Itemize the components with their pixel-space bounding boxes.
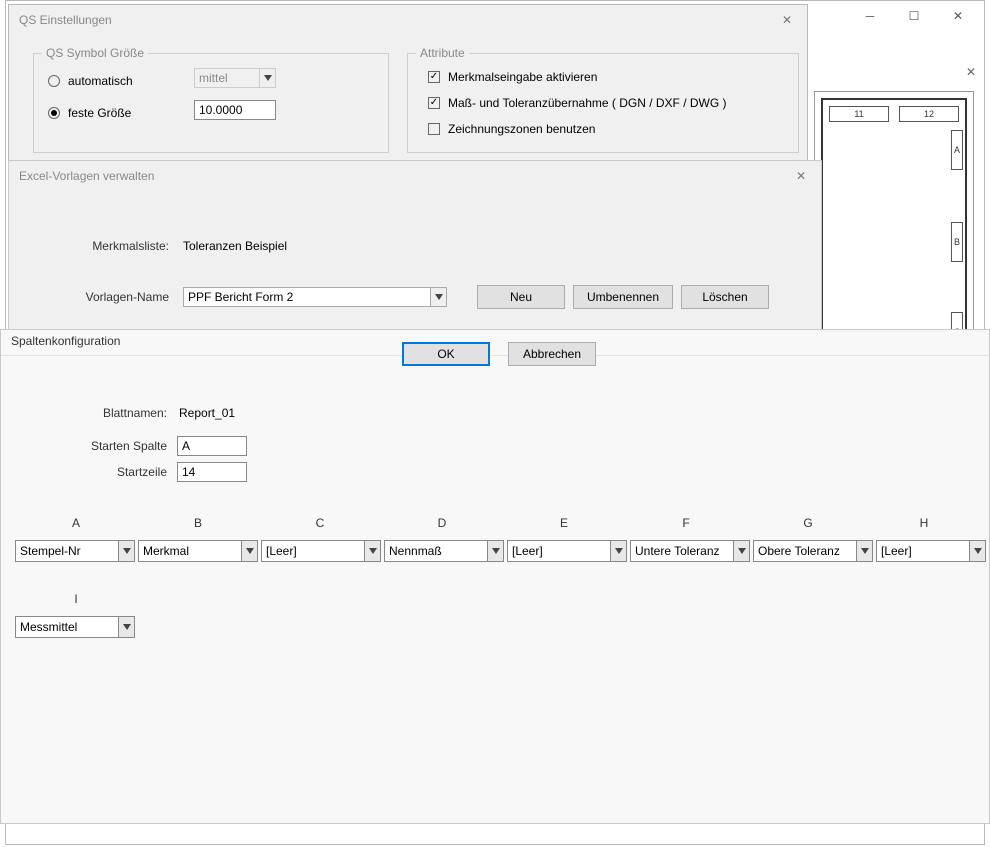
column-b-combo[interactable]: Merkmal: [138, 540, 258, 562]
loeschen-button[interactable]: Löschen: [681, 285, 769, 309]
qs-einstellungen-dialog: QS Einstellungen ✕ QS Symbol Größe autom…: [8, 4, 808, 162]
inner-close-icon[interactable]: ✕: [966, 65, 976, 79]
close-icon[interactable]: ✕: [777, 10, 797, 30]
column-g-combo[interactable]: Obere Toleranz: [753, 540, 873, 562]
radio-automatisch-label: automatisch: [68, 74, 133, 88]
merkmalsliste-value: Toleranzen Beispiel: [183, 239, 287, 253]
starten-spalte-label: Starten Spalte: [71, 439, 167, 453]
column-i-combo[interactable]: Messmittel: [15, 616, 135, 638]
drawing-cell: 11: [829, 106, 889, 122]
close-window-button[interactable]: ✕: [936, 2, 980, 30]
dialog-title: Excel-Vorlagen verwalten: [19, 169, 154, 183]
vorlagen-name-combo[interactable]: PPF Bericht Form 2: [183, 287, 447, 307]
dialog-title: QS Einstellungen: [19, 13, 112, 27]
maximize-button[interactable]: ☐: [892, 2, 936, 30]
chevron-down-icon: [118, 617, 134, 637]
starten-spalte-input[interactable]: A: [177, 436, 247, 456]
groupbox-symbol-groesse: QS Symbol Größe automatisch mittel feste…: [33, 53, 389, 153]
groupbox-legend: Attribute: [416, 46, 469, 60]
column-h-combo[interactable]: [Leer]: [876, 540, 986, 562]
checkbox-zeichnungszonen[interactable]: [428, 123, 440, 135]
abbrechen-button[interactable]: Abbrechen: [508, 342, 596, 366]
groupbox-attribute: Attribute Merkmalseingabe aktivieren Maß…: [407, 53, 799, 153]
spaltenkonfiguration-dialog: Spaltenkonfiguration Blattnamen: Report_…: [0, 329, 990, 824]
radio-feste-groesse[interactable]: [48, 107, 60, 119]
umbenennen-button[interactable]: Umbenennen: [573, 285, 673, 309]
checkbox-merkmalseingabe[interactable]: [428, 71, 440, 83]
column-f-combo[interactable]: Untere Toleranz: [630, 540, 750, 562]
blattnamen-label: Blattnamen:: [71, 406, 167, 420]
vorlagen-name-label: Vorlagen-Name: [65, 290, 169, 304]
chevron-down-icon: [259, 69, 275, 87]
drawing-cell: 12: [899, 106, 959, 122]
chevron-down-icon: [430, 288, 446, 306]
neu-button[interactable]: Neu: [477, 285, 565, 309]
chevron-down-icon: [487, 541, 503, 561]
chevron-down-icon: [969, 541, 985, 561]
startzeile-input[interactable]: 14: [177, 462, 247, 482]
dialog-titlebar: Excel-Vorlagen verwalten ✕: [9, 161, 821, 191]
column-a-combo[interactable]: Stempel-Nr: [15, 540, 135, 562]
column-e-combo[interactable]: [Leer]: [507, 540, 627, 562]
dialog-titlebar: QS Einstellungen ✕: [9, 5, 807, 35]
checkbox-mass-toleranz[interactable]: [428, 97, 440, 109]
column-selects-row2: Messmittel: [15, 616, 989, 638]
chevron-down-icon: [733, 541, 749, 561]
merkmalsliste-label: Merkmalsliste:: [73, 239, 169, 253]
column-headers-row1: A B C D E F G H: [15, 516, 989, 530]
chevron-down-icon: [364, 541, 380, 561]
column-c-combo[interactable]: [Leer]: [261, 540, 381, 562]
chevron-down-icon: [856, 541, 872, 561]
groesse-combo: mittel: [194, 68, 276, 88]
startzeile-label: Startzeile: [71, 465, 167, 479]
chevron-down-icon: [118, 541, 134, 561]
groupbox-legend: QS Symbol Größe: [42, 46, 148, 60]
excel-vorlagen-dialog: Excel-Vorlagen verwalten ✕ Merkmalsliste…: [8, 160, 822, 330]
column-headers-row2: I: [15, 592, 989, 606]
column-selects-row1: Stempel-Nr Merkmal [Leer] Nennmaß [Leer]…: [15, 540, 989, 562]
radio-automatisch[interactable]: [48, 75, 60, 87]
ok-button[interactable]: OK: [402, 342, 490, 366]
checkbox-zeichnungszonen-label: Zeichnungszonen benutzen: [448, 122, 595, 136]
column-d-combo[interactable]: Nennmaß: [384, 540, 504, 562]
checkbox-mass-toleranz-label: Maß- und Toleranzübernahme ( DGN / DXF /…: [448, 96, 727, 110]
drawing-cell: A: [951, 130, 963, 170]
checkbox-merkmalseingabe-label: Merkmalseingabe aktivieren: [448, 70, 597, 84]
blattnamen-value: Report_01: [179, 406, 235, 420]
drawing-cell: B: [951, 222, 963, 262]
close-icon[interactable]: ✕: [791, 166, 811, 186]
minimize-button[interactable]: ─: [848, 2, 892, 30]
radio-feste-groesse-label: feste Größe: [68, 106, 131, 120]
feste-groesse-input[interactable]: 10.0000: [194, 100, 276, 120]
chevron-down-icon: [610, 541, 626, 561]
chevron-down-icon: [241, 541, 257, 561]
